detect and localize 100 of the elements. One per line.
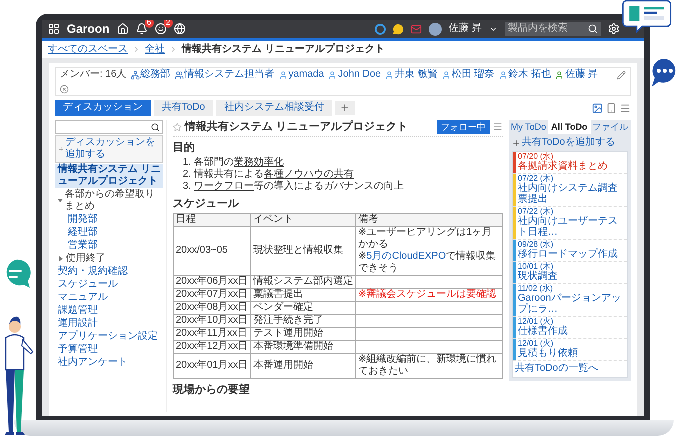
list-item: 3. ワークフロー等の導入によるガバナンスの向上 <box>183 181 406 193</box>
tab[interactable]: 共有ToDo <box>154 100 214 116</box>
breadcrumb-link[interactable]: 全社 <box>145 44 165 56</box>
member-link[interactable]: 鈴木 拓也 <box>498 69 552 81</box>
nav-item[interactable]: 経理部 <box>55 227 163 239</box>
chat-icon[interactable] <box>393 24 404 34</box>
todo-item[interactable]: 07/22 (木) 社内向けユーザーテスト日程… <box>516 207 627 239</box>
smiley-icon[interactable] <box>154 23 167 35</box>
search-field[interactable]: 製品内を検索 <box>505 22 601 36</box>
bell-icon[interactable] <box>136 23 148 35</box>
discussion-title: 情報共有システム リニューアルプロジェクト <box>185 121 410 133</box>
nav-item[interactable]: 各部からの希望取りまとめ <box>55 189 163 213</box>
message-bubble-icon <box>651 58 678 88</box>
nav-item[interactable]: 営業部 <box>55 240 163 252</box>
caret-icon[interactable] <box>58 256 64 262</box>
table-cell: ※組織改編前に、新環境に慣れておきたい <box>356 354 502 378</box>
home-icon[interactable] <box>116 23 129 35</box>
nav-item[interactable]: マニュアル <box>55 292 163 304</box>
todo-list-link[interactable]: 共有ToDoの一覧へ <box>513 361 627 377</box>
list-item: 2. 情報共有による各種ノウハウの共有 <box>183 169 356 180</box>
todo-item[interactable]: 07/20 (水) 各拠請求資料まとめ <box>516 152 610 173</box>
phone-icon[interactable] <box>606 102 617 114</box>
member-link[interactable]: 佐藤 昇 <box>555 69 598 81</box>
users-icon <box>174 70 184 80</box>
close-icon[interactable] <box>60 85 69 94</box>
member-link[interactable]: 情報システム担当者 <box>174 69 275 81</box>
nav-item[interactable]: 運用設計 <box>55 318 163 330</box>
app-grid-icon[interactable] <box>48 23 60 35</box>
add-tab-button[interactable] <box>335 101 356 115</box>
user-icon <box>442 70 451 80</box>
member-link[interactable]: John Doe <box>328 69 382 81</box>
section-heading: スケジュール <box>173 198 240 210</box>
table-cell: 20xx年12月xx日 <box>174 340 251 354</box>
globe-icon[interactable] <box>174 23 186 35</box>
member-link[interactable]: 井東 敏賢 <box>385 69 438 81</box>
breadcrumb-link[interactable]: 情報共有システム リニューアルプロジェクト <box>182 44 385 56</box>
table-cell: ※審議会スケジュールは要確認 <box>356 288 502 302</box>
nav-item[interactable]: 契約・規約確認 <box>55 266 163 278</box>
star-icon[interactable] <box>173 122 182 132</box>
add-discussion-button[interactable]: ディスカッションを追加する <box>55 135 163 163</box>
todo-item[interactable]: 10/01 (木) 現状調査 <box>516 262 560 283</box>
table-cell: 現状整理と情報収集 <box>250 226 356 276</box>
tab[interactable]: 社内システム相談受付 <box>216 100 332 116</box>
member-link[interactable]: yamada <box>278 69 324 81</box>
member-count: メンバー: 16人 <box>60 69 127 81</box>
table-cell: 20xx年06月xx日 <box>174 276 251 288</box>
table-cell: 20xx年01月xx日 <box>174 354 251 378</box>
table-cell: ベンダー確定 <box>250 302 356 314</box>
nav-item[interactable]: 使用終了 <box>55 253 163 265</box>
caret-icon[interactable] <box>58 198 63 204</box>
nav-item[interactable]: 課題管理 <box>55 305 163 317</box>
table-cell: 本番環境準備開始 <box>250 340 356 354</box>
breadcrumb-link[interactable]: すべてのスペース <box>48 44 128 56</box>
table-cell: 本番運用開始 <box>250 354 356 378</box>
image-icon[interactable] <box>592 102 603 114</box>
user-icon <box>385 70 394 80</box>
user-icon <box>555 70 564 80</box>
column-header: 備考 <box>356 214 502 226</box>
edit-icon[interactable] <box>617 70 626 80</box>
search-icon[interactable] <box>151 122 160 132</box>
ring-icon[interactable] <box>375 24 386 34</box>
organization-icon <box>130 70 140 80</box>
todo-item[interactable]: 12/01 (火) 仕様書作成 <box>516 317 570 338</box>
nav-item[interactable]: 予算管理 <box>55 344 163 356</box>
section-heading: 目的 <box>173 142 196 154</box>
nav-item[interactable]: アプリケーション設定 <box>55 331 163 343</box>
section-heading: 現場からの要望 <box>173 384 251 396</box>
menu-icon[interactable] <box>620 102 631 114</box>
nav-item[interactable]: スケジュール <box>55 279 163 291</box>
todo-item[interactable]: 12/01 (火) 見積もり依頼 <box>516 339 580 360</box>
table-cell: テスト運用開始 <box>250 328 356 340</box>
nav-item[interactable]: 開発部 <box>55 214 163 226</box>
mail-icon[interactable] <box>411 24 422 34</box>
follow-button[interactable]: フォロー中 <box>437 120 490 134</box>
selected-nav-item[interactable]: 情報共有システム リニューアルプロジェクト <box>55 164 163 188</box>
add-todo-button[interactable]: 共有ToDoを追加する <box>512 137 628 149</box>
table-cell: 20xx年08月xx日 <box>174 302 251 314</box>
member-link[interactable]: 総務部 <box>130 69 171 81</box>
menu-icon[interactable] <box>493 122 503 132</box>
chevron-right-icon <box>132 45 141 54</box>
todo-item[interactable]: 09/28 (水) 移行ロードマップ作成 <box>516 240 620 261</box>
table-cell: 発注手続き完了 <box>250 314 356 328</box>
plus-icon <box>340 103 350 113</box>
logo[interactable]: Garoon <box>67 23 110 35</box>
column-header: 日程 <box>174 214 251 226</box>
search-field[interactable] <box>55 120 163 134</box>
panel-tab[interactable]: My ToDo <box>509 120 548 134</box>
column-header: イベント <box>250 214 356 226</box>
table-cell: 情報システム部内選定 <box>250 276 356 288</box>
panel-tab[interactable]: ファイル <box>590 120 631 134</box>
document-bubble-icon <box>622 0 672 33</box>
user-name[interactable]: 佐藤 昇 <box>449 23 482 35</box>
avatar[interactable] <box>429 22 442 36</box>
settings-icon[interactable] <box>608 23 620 35</box>
tab[interactable]: ディスカッション <box>55 100 151 116</box>
member-link[interactable]: 松田 瑠奈 <box>442 69 495 81</box>
nav-item[interactable]: 社内アンケート <box>55 357 163 369</box>
plus-icon <box>512 138 521 148</box>
todo-item[interactable]: 11/02 (水) Garoonバージョンアップにラ… <box>516 284 627 316</box>
todo-item[interactable]: 07/22 (木) 社内向けシステム調査票提出 <box>516 174 627 206</box>
